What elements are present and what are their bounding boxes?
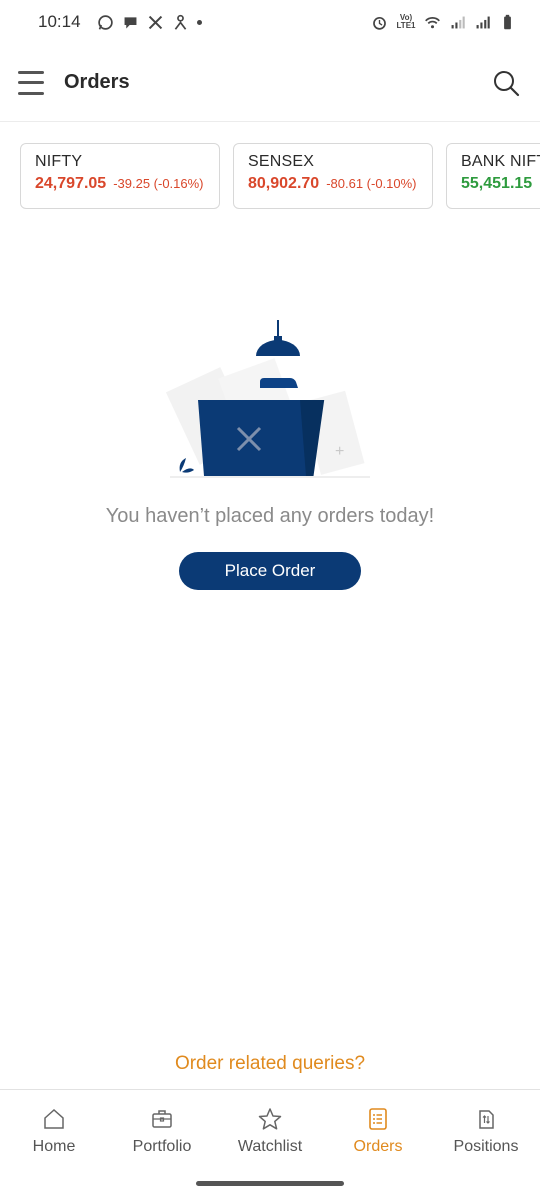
nav-item-orders[interactable]: Orders [324,1090,432,1167]
volte-icon: Vo) LTE1 [396,13,416,30]
status-bar: 10:14 Vo) LTE1 [0,0,540,44]
index-price: 80,902.70 [248,175,320,192]
menu-line [18,81,44,84]
nav-label: Watchlist [237,1138,303,1155]
market-indices-strip: NIFTY 24,797.05 -39.25 (-0.16%) SENSEX 8… [20,143,540,209]
index-price: 24,797.05 [35,175,107,192]
signal-icon [476,16,490,28]
index-card-nifty[interactable]: NIFTY 24,797.05 -39.25 (-0.16%) [20,143,220,209]
alarm-icon [373,16,386,30]
orders-list-icon [369,1108,387,1130]
status-time: 10:14 [38,12,81,31]
status-right: Vo) LTE1 [371,14,516,31]
whatsapp-icon [97,14,113,30]
index-price: 55,451.15 [461,175,533,192]
index-card-bank-nifty[interactable]: BANK NIFTY 55,451.15 [446,143,540,209]
orders-screen: 10:14 Vo) LTE1 Orders NIFTY 24,797.05 -3… [0,0,540,1200]
positions-icon [479,1110,494,1129]
nav-item-positions[interactable]: Positions [432,1090,540,1167]
hamburger-menu-icon[interactable] [18,70,44,95]
empty-folder-lamp-illustration: + [165,320,370,478]
nav-label: Portfolio [132,1138,192,1155]
wifi-icon [425,16,440,28]
home-icon [44,1108,64,1129]
place-order-button[interactable]: Place Order [179,552,361,590]
menu-line [18,70,44,74]
index-name: BANK NIFTY [461,153,540,170]
notification-icons [97,14,202,31]
search-icon[interactable] [492,69,520,97]
svg-text:+: + [335,443,344,460]
index-change: -80.61 (-0.10%) [326,176,417,191]
index-values: 24,797.05 -39.25 (-0.16%) [35,175,205,193]
order-queries-link[interactable]: Order related queries? [0,1053,540,1075]
dot-icon [196,19,202,25]
app-header: Orders [0,44,540,122]
bottom-navigation: Home Portfolio Watchlist Orders Position… [0,1089,540,1167]
x-icon [148,15,162,29]
nav-label: Orders [353,1138,403,1155]
empty-state-message: You haven’t placed any orders today! [105,505,435,527]
person-icon [174,14,186,30]
home-indicator[interactable] [196,1181,344,1186]
status-left: 10:14 [38,12,202,32]
nav-item-portfolio[interactable]: Portfolio [108,1090,216,1167]
menu-line [18,91,44,95]
index-values: 55,451.15 [461,175,540,193]
index-change: -39.25 (-0.16%) [113,176,204,191]
battery-icon [504,14,511,29]
nav-label: Home [32,1138,76,1155]
star-icon [258,1108,282,1130]
page-title: Orders [64,71,130,93]
signal-icon [451,16,465,28]
nav-label: Positions [453,1138,519,1155]
index-name: NIFTY [35,153,83,170]
index-name: SENSEX [248,153,315,170]
nav-item-watchlist[interactable]: Watchlist [216,1090,324,1167]
index-card-sensex[interactable]: SENSEX 80,902.70 -80.61 (-0.10%) [233,143,433,209]
nav-item-home[interactable]: Home [0,1090,108,1167]
chat-bubble-icon [124,16,136,28]
index-values: 80,902.70 -80.61 (-0.10%) [248,175,418,193]
briefcase-icon [152,1110,172,1128]
